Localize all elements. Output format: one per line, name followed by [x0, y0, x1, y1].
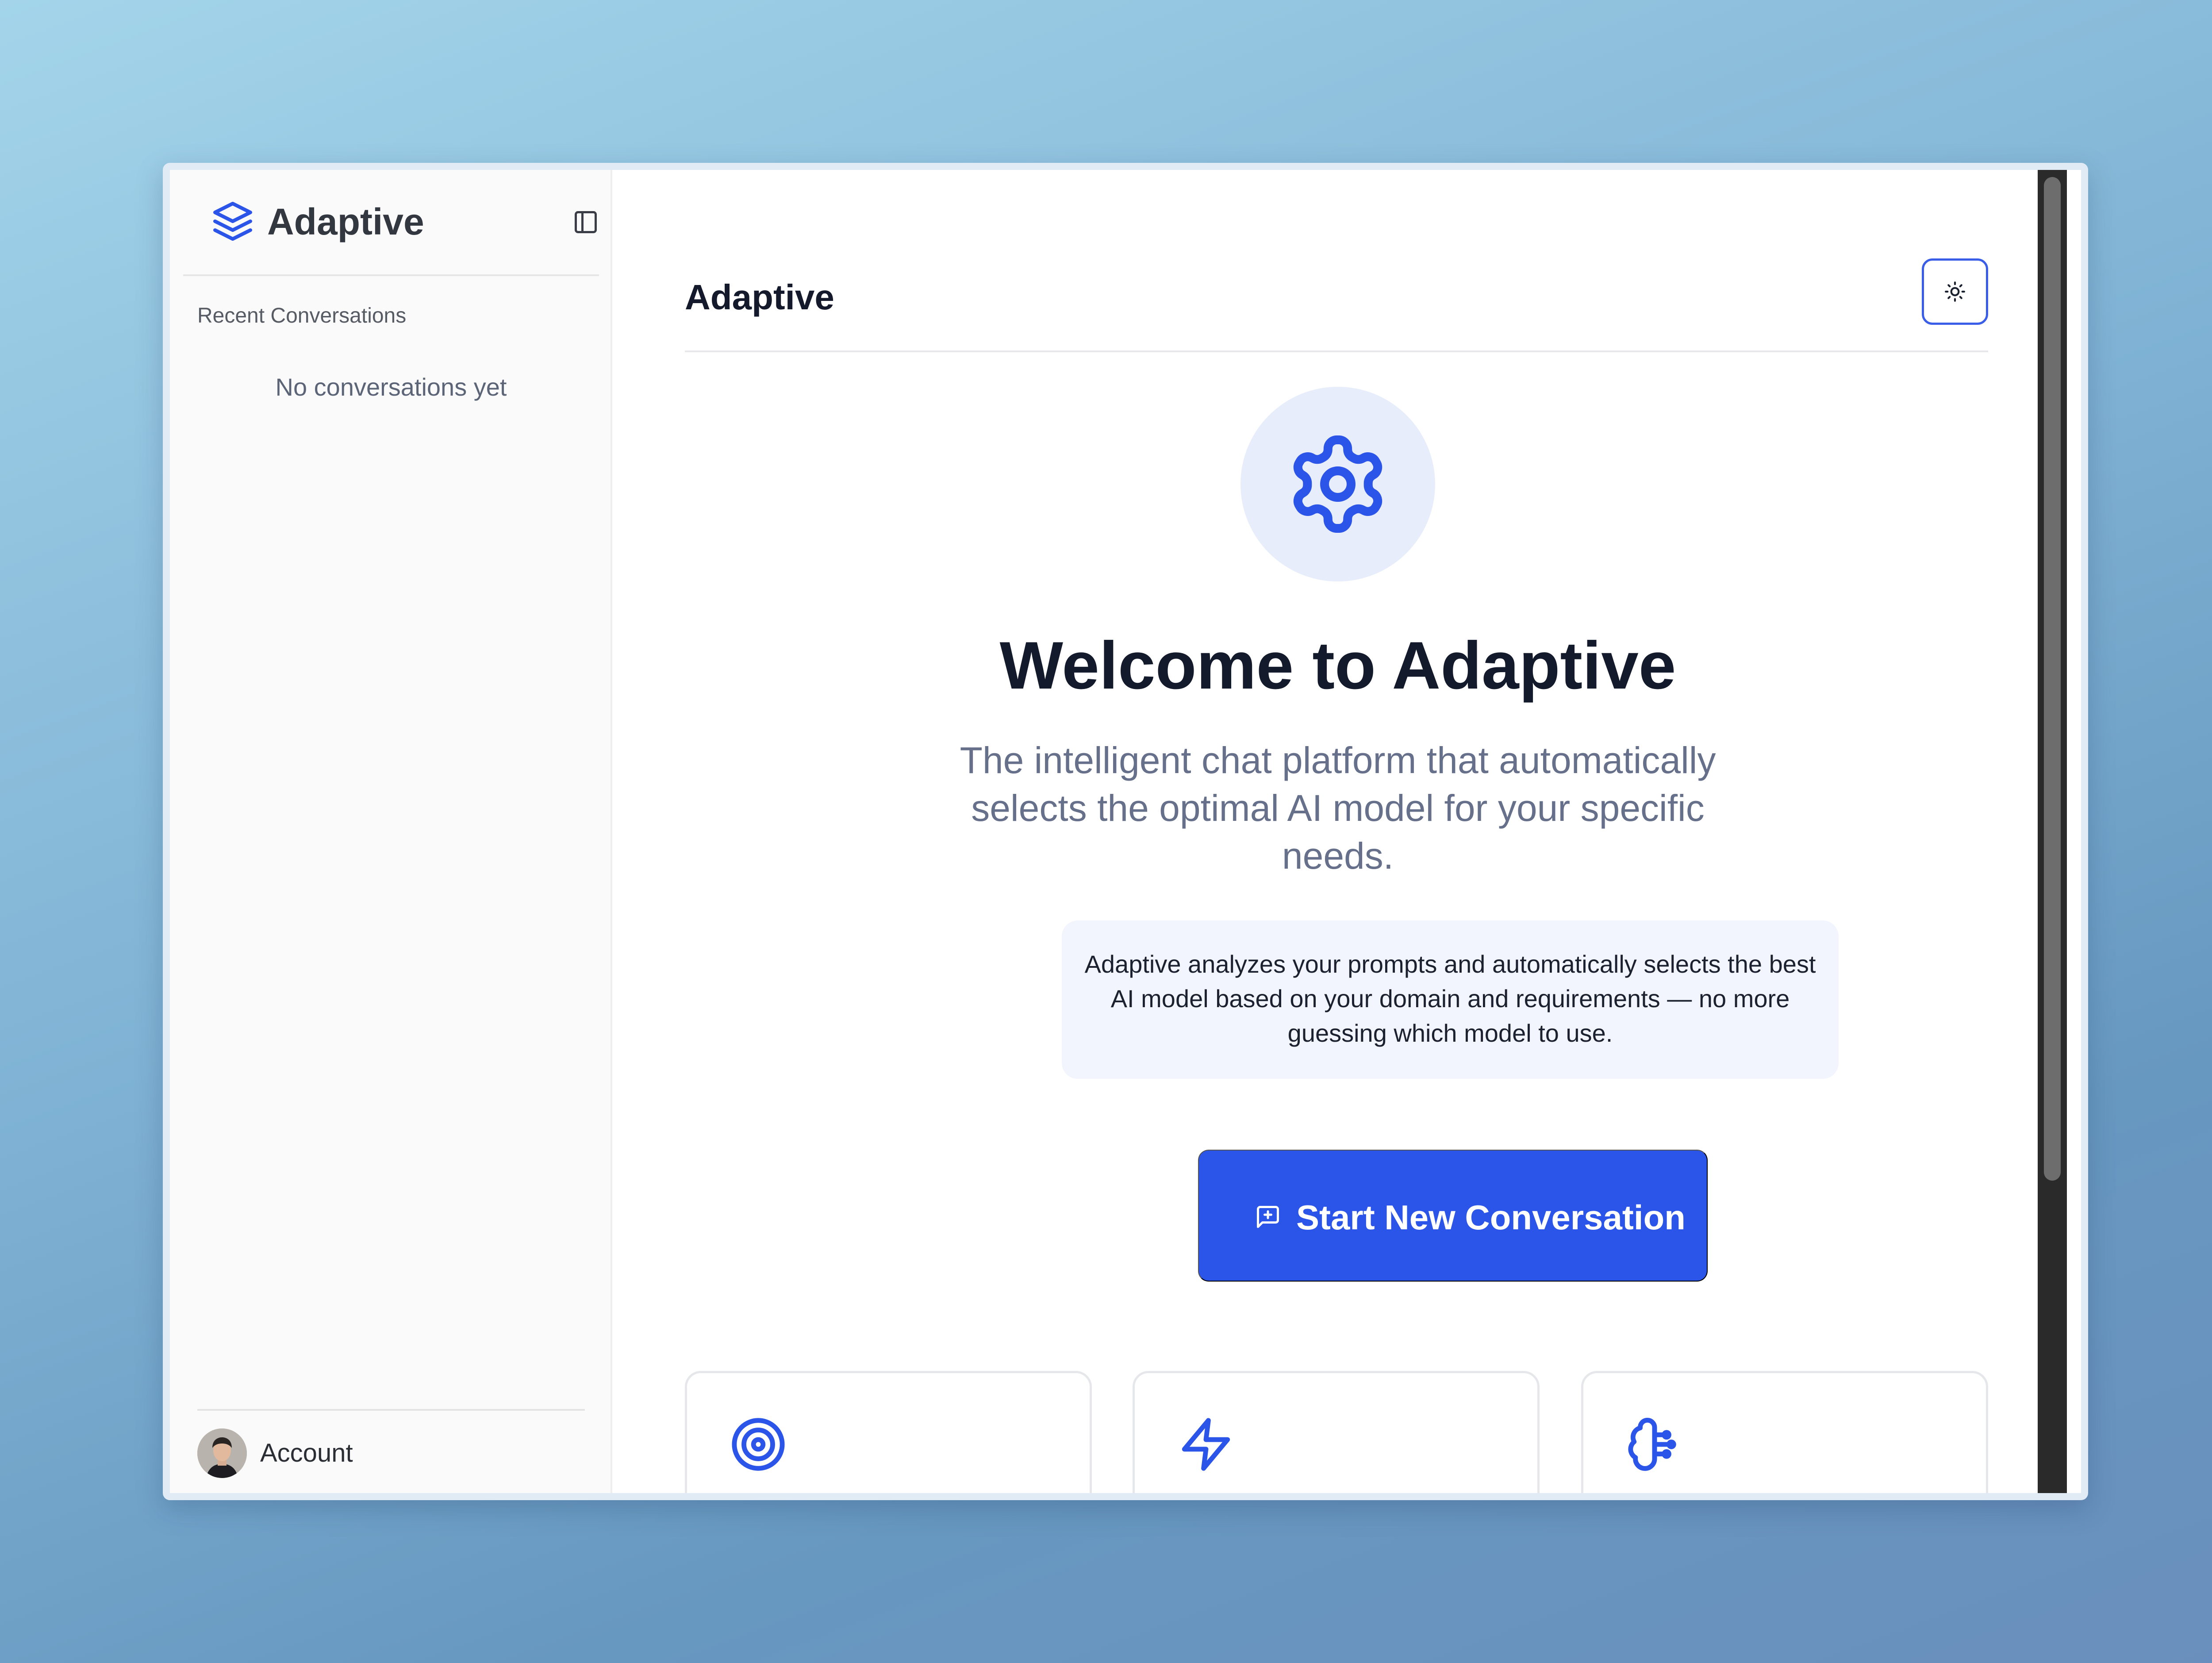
page-title: Adaptive [685, 277, 834, 317]
sidebar-header: Adaptive [183, 170, 599, 276]
feature-card-title: Intelligent Switching [1135, 1493, 1537, 1500]
account-button[interactable]: Account [197, 1409, 585, 1493]
welcome-subtitle: The intelligent chat platform that autom… [960, 739, 1716, 877]
avatar[interactable] [197, 1428, 247, 1478]
sidebar-toggle-icon[interactable] [572, 209, 599, 235]
gear-icon [1293, 435, 1382, 533]
welcome-heading: Welcome to Adaptive [999, 628, 1676, 703]
start-new-conversation-button[interactable]: Start New Conversation [1198, 1150, 1708, 1282]
recent-conversations-heading: Recent Conversations [197, 304, 407, 327]
feature-card-title: Domain-Specific [687, 1493, 1090, 1500]
main-panel: Adaptive Welcome to Adaptive The intelli… [614, 170, 2067, 1493]
app-window: Adaptive Recent Conversations No convers… [163, 163, 2088, 1500]
lightning-icon [1182, 1418, 1230, 1471]
layers-icon [213, 202, 252, 241]
start-new-conversation-label: Start New Conversation [1296, 1198, 1686, 1237]
scrollbar-thumb[interactable] [2044, 177, 2061, 1181]
feature-card-performance[interactable]: Optimized Performance [1581, 1371, 1988, 1500]
account-label: Account [260, 1439, 353, 1467]
sidebar: Adaptive Recent Conversations No convers… [170, 170, 612, 1493]
theme-toggle-button[interactable] [1922, 258, 1988, 325]
feature-card-switching[interactable]: Intelligent Switching [1133, 1371, 1540, 1500]
feature-card-domain[interactable]: Domain-Specific [685, 1371, 1092, 1500]
main-header: Adaptive [685, 258, 1988, 352]
hero-icon-badge [1240, 387, 1435, 581]
target-icon [732, 1418, 785, 1471]
sun-icon [1945, 281, 1965, 302]
main-scrollbar[interactable] [2038, 170, 2067, 1493]
empty-conversations-message: No conversations yet [275, 373, 507, 401]
brain-icon [1628, 1417, 1676, 1471]
message-plus-icon [1257, 1206, 1279, 1228]
app-logo-text: Adaptive [267, 201, 424, 243]
info-callout: Adaptive analyzes your prompts and autom… [1062, 920, 1839, 1079]
feature-card-title: Optimized Performance [1583, 1493, 1986, 1500]
